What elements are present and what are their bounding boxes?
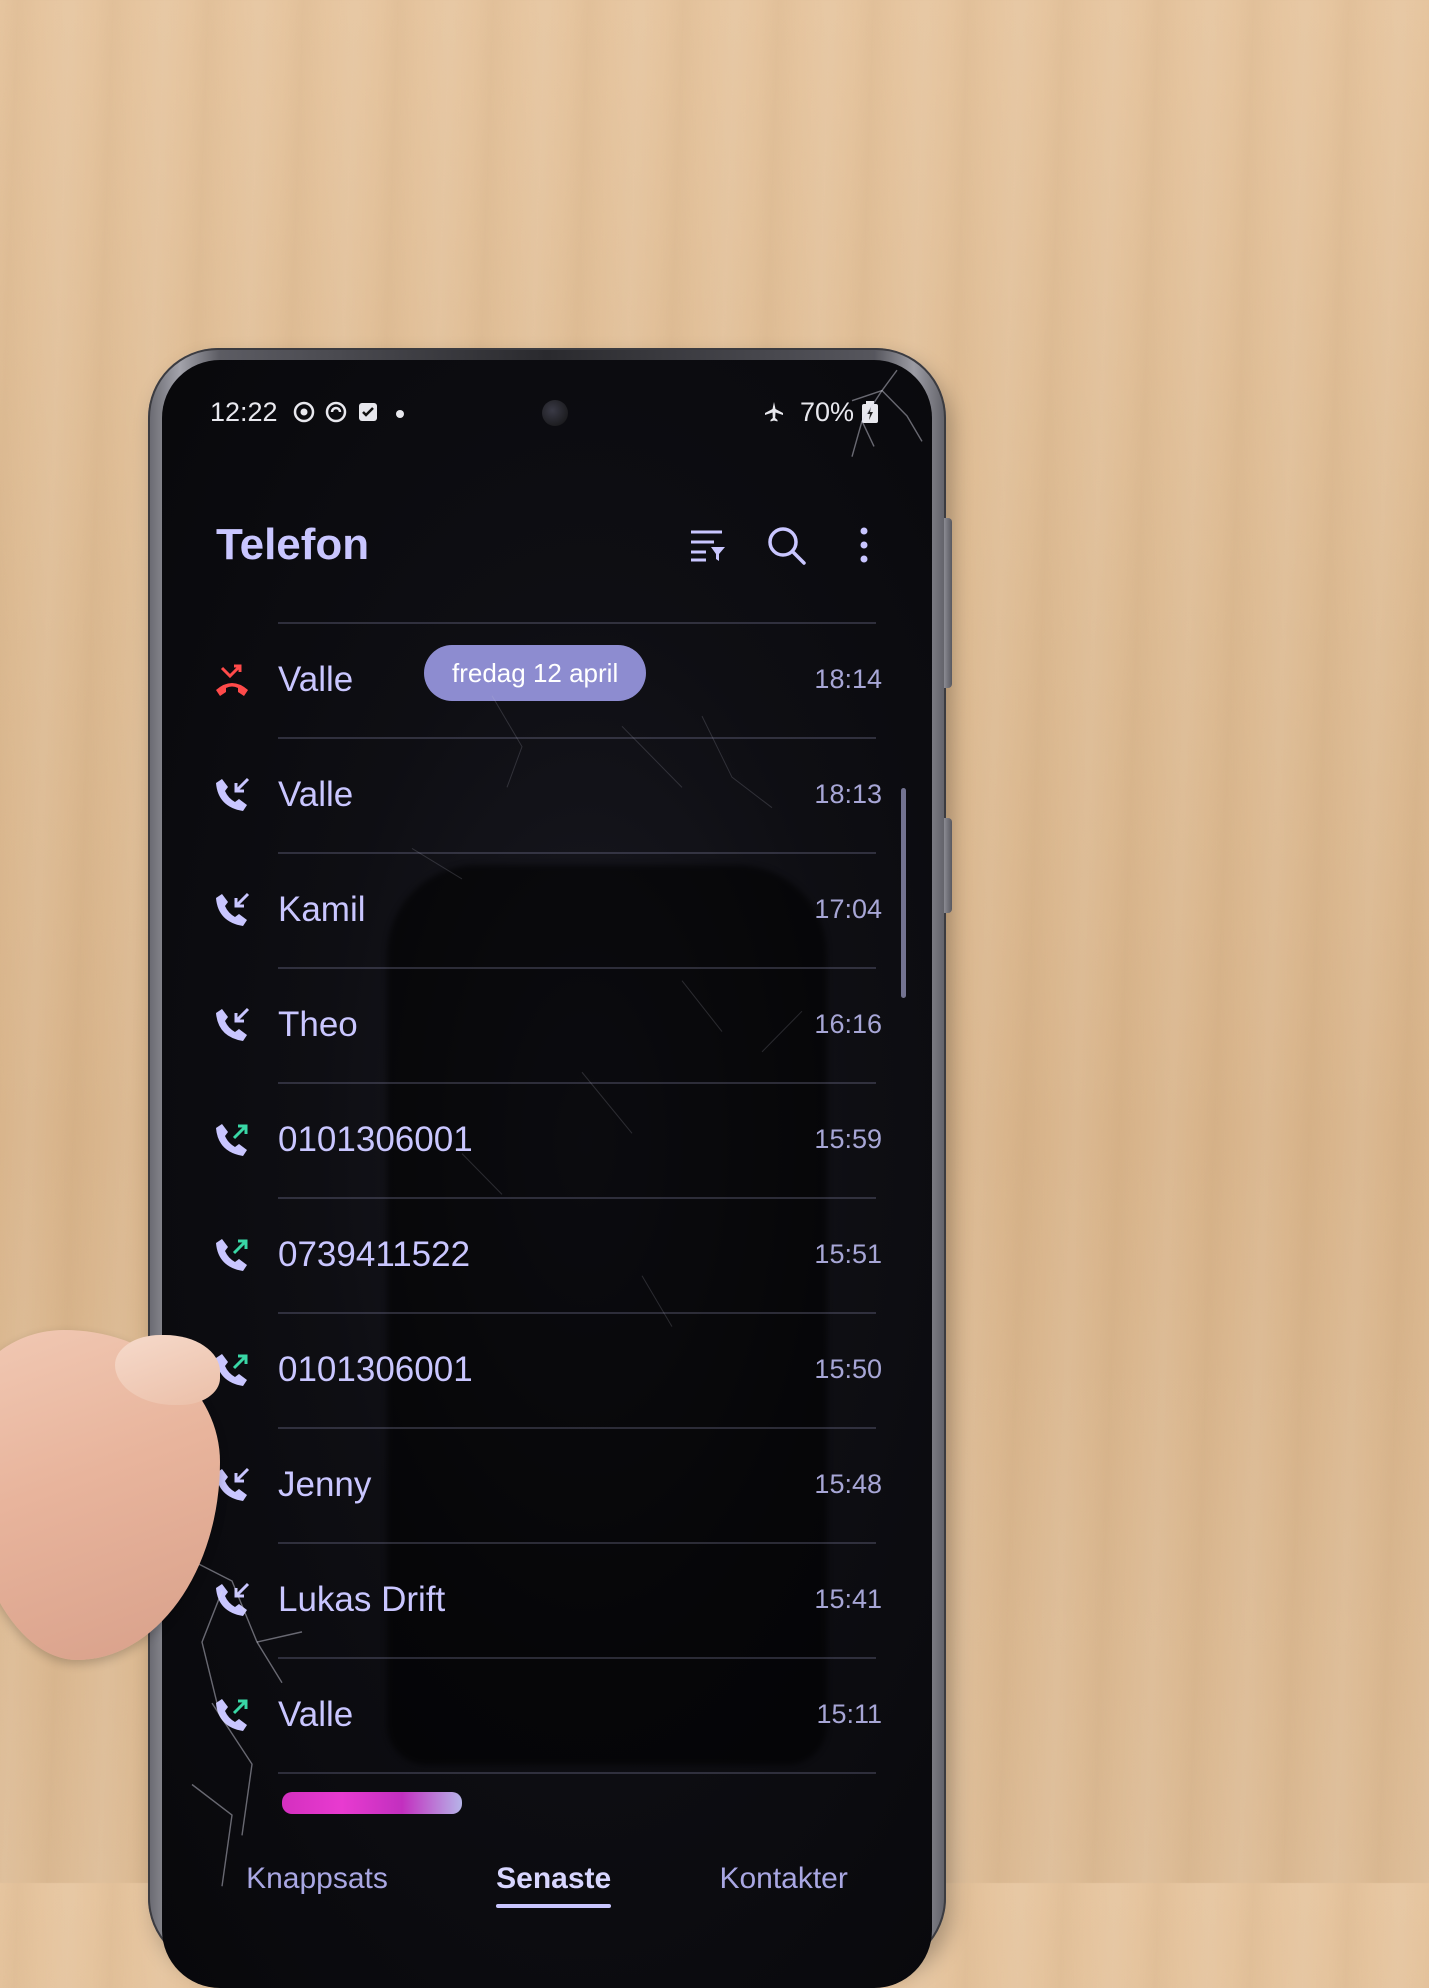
caller-name: Kamil [278, 889, 366, 929]
battery-percentage: 70% [799, 396, 854, 427]
call-log-row[interactable]: 0101306001 15:50 [202, 1312, 888, 1427]
scrollbar-thumb[interactable] [901, 788, 906, 998]
more-options-button[interactable] [836, 517, 892, 573]
power-button [944, 818, 952, 913]
volume-button [944, 518, 952, 688]
call-log-row-partial[interactable] [202, 1772, 888, 1814]
call-log-row[interactable]: 0739411522 15:51 [202, 1197, 888, 1312]
call-time: 18:13 [814, 779, 882, 809]
bottom-navigation: Knappsats Senaste Kontakter [192, 1852, 902, 1912]
outgoing-call-icon [202, 1225, 262, 1285]
call-time: 15:51 [814, 1239, 882, 1269]
status-bar: 12:22 70% [210, 392, 884, 432]
incoming-call-icon [202, 995, 262, 1055]
date-separator-pill: fredag 12 april [424, 645, 647, 701]
call-log-row[interactable]: Lukas Drift 15:41 [202, 1542, 888, 1657]
caller-number: 0101306001 [278, 1349, 473, 1389]
incoming-call-icon [202, 765, 262, 825]
incoming-call-icon [202, 880, 262, 940]
tab-kontakter[interactable]: Kontakter [719, 1862, 847, 1902]
filter-button[interactable] [680, 517, 736, 573]
call-time: 15:48 [814, 1469, 882, 1499]
call-log-row[interactable]: Valle 15:11 [202, 1657, 888, 1772]
call-log-row[interactable]: 0101306001 15:59 [202, 1082, 888, 1197]
battery-icon [860, 400, 884, 424]
call-log-row[interactable]: Theo 16:16 [202, 967, 888, 1082]
search-icon [768, 527, 806, 565]
caller-name: Valle [278, 774, 354, 814]
caller-number: 0101306001 [278, 1119, 473, 1159]
caller-name: Lukas Drift [278, 1579, 446, 1619]
caller-number: 0739411522 [278, 1234, 471, 1274]
sync-icon [292, 400, 316, 424]
call-log-row[interactable]: Kamil 17:04 [202, 852, 888, 967]
tab-senaste[interactable]: Senaste [496, 1862, 612, 1908]
phone-device: 12:22 70% Telefon Valle 18:14 Valle 18:1… [148, 348, 952, 1988]
tab-knappsats[interactable]: Knappsats [246, 1862, 388, 1902]
call-time: 16:16 [814, 1009, 882, 1039]
emoji-contact-name [282, 1792, 462, 1814]
outgoing-call-icon [202, 1110, 262, 1170]
calendar-check-icon [356, 400, 380, 424]
recent-calls-list: Valle 18:14 Valle 18:13 Kamil 17:04 Theo… [202, 622, 888, 1814]
app-header: Telefon [216, 510, 892, 580]
call-time: 17:04 [814, 894, 882, 924]
phone-screen: 12:22 70% Telefon Valle 18:14 Valle 18:1… [162, 360, 932, 1988]
more-vert-icon [860, 527, 868, 563]
outgoing-call-icon [202, 1685, 262, 1745]
call-log-row[interactable]: Valle 18:13 [202, 737, 888, 852]
caller-name: Jenny [278, 1464, 372, 1504]
dot-icon [388, 400, 412, 424]
page-title: Telefon [216, 520, 370, 569]
call-time: 15:59 [814, 1124, 882, 1154]
caller-name: Valle [278, 1694, 354, 1734]
call-log-row[interactable]: Jenny 15:48 [202, 1427, 888, 1542]
call-time: 15:50 [814, 1354, 882, 1384]
caller-name: Theo [278, 1004, 358, 1044]
call-time: 18:14 [814, 664, 882, 694]
call-time: 15:41 [814, 1584, 882, 1614]
search-button[interactable] [758, 517, 814, 573]
vpn-icon [324, 400, 348, 424]
call-time: 15:11 [816, 1699, 882, 1729]
filter-icon [691, 530, 725, 562]
airplane-icon [762, 400, 786, 424]
incoming-call-icon [202, 1570, 262, 1630]
status-time: 12:22 [210, 396, 278, 427]
missed-call-icon [202, 650, 262, 710]
